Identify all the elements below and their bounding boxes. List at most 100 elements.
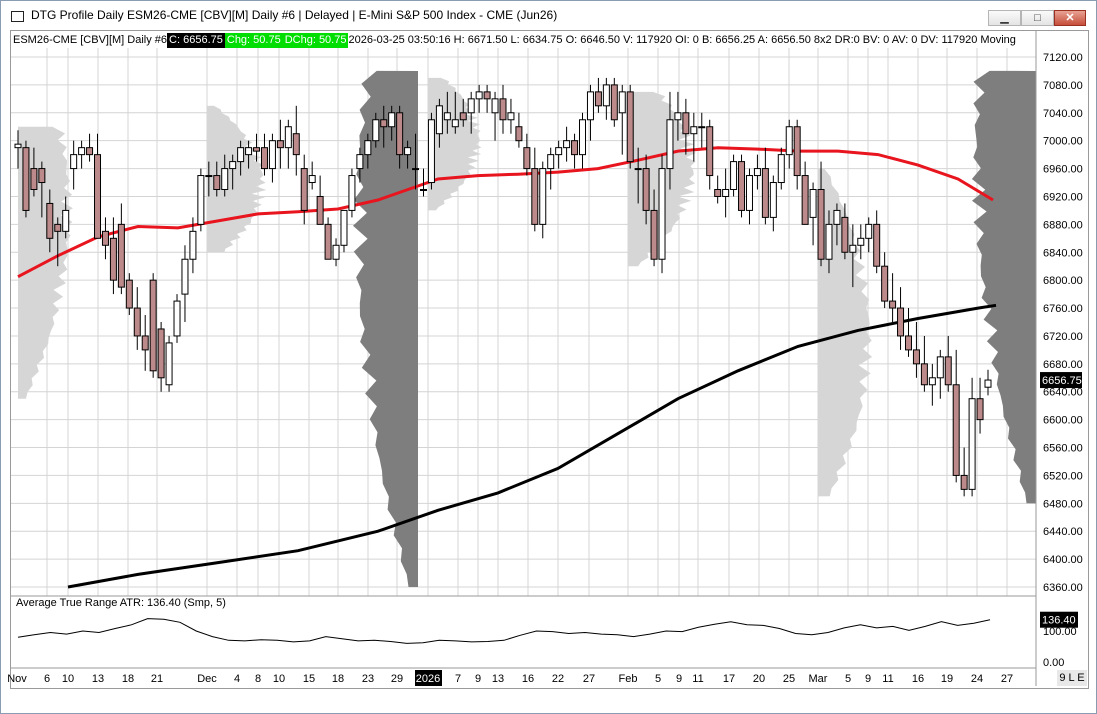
date-tick-label: 10 xyxy=(273,673,285,685)
candle-body xyxy=(78,147,86,156)
price-axis: 7120.00 7080.00 7040.00 7000.00 6960.00 6920.… xyxy=(1035,31,1083,686)
date-tick-label: 13 xyxy=(92,673,104,685)
candle-body xyxy=(237,147,245,163)
candle-body xyxy=(722,189,730,197)
candle-body xyxy=(753,168,761,177)
candle-body xyxy=(459,112,467,121)
price-tick-label: 6720.00 xyxy=(1043,331,1083,343)
candle-body xyxy=(563,140,571,149)
candle-body xyxy=(523,147,531,170)
candle-body xyxy=(396,112,404,156)
candle-body xyxy=(642,168,650,211)
candle-body xyxy=(618,91,626,114)
candle-body xyxy=(245,147,253,156)
price-tick-label: 6840.00 xyxy=(1043,247,1083,259)
quote-details: 2026-03-25 03:50:16 H: 6671.50 L: 6634.7… xyxy=(348,34,1016,46)
candle-body xyxy=(960,474,968,490)
candle-body xyxy=(467,98,475,114)
candle-body xyxy=(897,307,905,337)
date-tick-label: 18 xyxy=(332,673,344,685)
price-tick-label: 6640.00 xyxy=(1043,387,1083,399)
candle-body xyxy=(292,133,300,156)
date-tick-label: 17 xyxy=(723,673,735,685)
candle-body xyxy=(873,223,881,267)
symbol-label: ESM26-CME [CBV][M] Daily #6 xyxy=(13,34,168,46)
candle-body xyxy=(745,175,753,211)
candle-body xyxy=(690,126,698,135)
candle-body xyxy=(944,356,952,386)
date-tick-label: 18 xyxy=(122,673,134,685)
candle-body xyxy=(38,168,46,184)
candle-body xyxy=(547,154,555,170)
candle-body xyxy=(324,223,332,260)
candle-body xyxy=(539,168,547,225)
date-tick-label: 27 xyxy=(1001,673,1013,685)
candle-body xyxy=(809,189,817,218)
candle-body xyxy=(714,189,722,197)
atr-value-tag-label: 136.40 xyxy=(1042,615,1076,627)
volume-profile-session xyxy=(971,70,1036,504)
candle-body xyxy=(833,209,841,225)
candle-body xyxy=(54,223,62,232)
chart-settings-button[interactable]: 9 L E xyxy=(1057,670,1087,686)
price-tick-label: 6520.00 xyxy=(1043,470,1083,482)
candle-body xyxy=(419,189,427,191)
candle-body xyxy=(571,140,579,156)
candle-body xyxy=(626,91,634,163)
price-tick-label: 7120.00 xyxy=(1043,52,1083,64)
date-tick-label: 24 xyxy=(971,673,983,685)
candle-body xyxy=(443,112,451,121)
candle-body xyxy=(141,335,149,351)
date-tick-label: 25 xyxy=(783,673,795,685)
candle-body xyxy=(817,189,825,260)
candle-body xyxy=(610,84,618,121)
price-tick-label: 6920.00 xyxy=(1043,191,1083,203)
atr-tick-label: 100.00 xyxy=(1043,626,1077,638)
candle-body xyxy=(968,398,976,490)
date-tick-label: 27 xyxy=(583,673,595,685)
candle-body xyxy=(984,379,992,388)
candle-body xyxy=(531,168,539,225)
candle-body xyxy=(730,161,738,191)
candle-body xyxy=(920,363,928,386)
candle-body xyxy=(658,168,666,260)
candle-body xyxy=(372,119,380,142)
candle-body xyxy=(404,147,412,156)
candle-body xyxy=(86,147,94,156)
candle-body xyxy=(364,140,372,156)
candle-body xyxy=(602,84,610,107)
date-tick-label: 5 xyxy=(655,673,661,685)
date-tick-label: 29 xyxy=(391,673,403,685)
candle-body xyxy=(348,175,356,211)
candle-body xyxy=(586,91,594,121)
candle-body xyxy=(889,300,897,309)
candle-body xyxy=(380,119,388,128)
candle-body xyxy=(101,230,109,246)
candle-body xyxy=(928,377,936,386)
price-tick-label: 6560.00 xyxy=(1043,443,1083,455)
candle-body xyxy=(268,140,276,170)
price-tick-label: 6880.00 xyxy=(1043,219,1083,231)
candle-body xyxy=(300,168,308,211)
candle-body xyxy=(30,168,38,191)
candle-body xyxy=(499,98,507,121)
candle-body xyxy=(412,168,420,171)
candle-body xyxy=(793,126,801,177)
candle-body xyxy=(634,168,642,171)
candle-body xyxy=(785,126,793,156)
date-tick-label: 11 xyxy=(882,673,893,685)
candle-body xyxy=(777,154,785,184)
candle-body xyxy=(594,91,602,107)
price-tick-label: 6400.00 xyxy=(1043,554,1083,566)
price-tick-label: 7080.00 xyxy=(1043,80,1083,92)
price-tick-label: 6680.00 xyxy=(1043,359,1083,371)
date-tick-label: Nov xyxy=(7,673,27,685)
candle-body xyxy=(197,175,205,225)
candle-body xyxy=(865,223,873,239)
date-tick-label: 4 xyxy=(234,673,240,685)
daily-change-badge: DChg: 50.75 xyxy=(282,33,349,48)
candle-body xyxy=(857,237,865,246)
date-tick-label: 9 xyxy=(865,673,871,685)
candle-body xyxy=(125,279,133,309)
candle-body xyxy=(515,126,523,142)
